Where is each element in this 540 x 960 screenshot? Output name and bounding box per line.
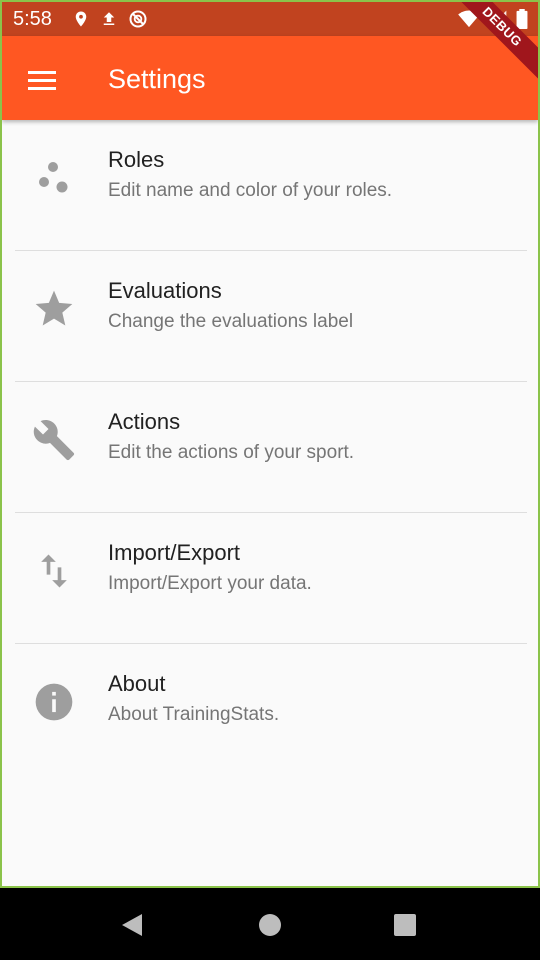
no-sync-icon [128,9,148,34]
item-subtitle: Change the evaluations label [108,311,354,332]
settings-list: Roles Edit name and color of your roles.… [2,120,538,775]
settings-item-actions[interactable]: Actions Edit the actions of your sport. [2,382,538,513]
location-icon [72,9,90,34]
recents-button[interactable] [392,912,418,938]
upload-icon [100,9,118,34]
settings-item-evaluations[interactable]: Evaluations Change the evaluations label [2,251,538,382]
navigation-bar [0,888,540,960]
menu-icon [22,71,62,104]
import-export-icon [32,549,76,593]
wrench-icon [32,418,76,462]
item-title: Import/Export [108,540,241,565]
status-bar: 5:58 [2,2,538,36]
home-icon [257,914,283,942]
back-icon [120,914,146,942]
settings-item-roles[interactable]: Roles Edit name and color of your roles. [2,120,538,251]
status-time: 5:58 [13,8,52,30]
settings-item-import-export[interactable]: Import/Export Import/Export your data. [2,513,538,644]
item-title: About [108,671,166,696]
item-title: Roles [108,147,165,172]
back-button[interactable] [120,912,146,938]
item-title: Actions [108,409,181,434]
bubble-chart-icon [32,156,76,200]
item-subtitle: Edit name and color of your roles. [108,180,393,201]
item-subtitle: Edit the actions of your sport. [108,442,355,463]
star-icon [32,287,76,331]
home-button[interactable] [257,912,283,938]
item-subtitle: About TrainingStats. [108,704,280,725]
app-bar: Settings [2,36,538,120]
recents-icon [392,914,418,942]
page-title: Settings [108,64,206,94]
item-title: Evaluations [108,278,222,303]
info-icon [32,680,76,724]
menu-button[interactable] [22,60,62,100]
app-window: 5:58 Settings DEBUG Roles Edit name and … [0,0,540,888]
item-subtitle: Import/Export your data. [108,573,312,594]
settings-item-about[interactable]: About About TrainingStats. [2,644,538,775]
